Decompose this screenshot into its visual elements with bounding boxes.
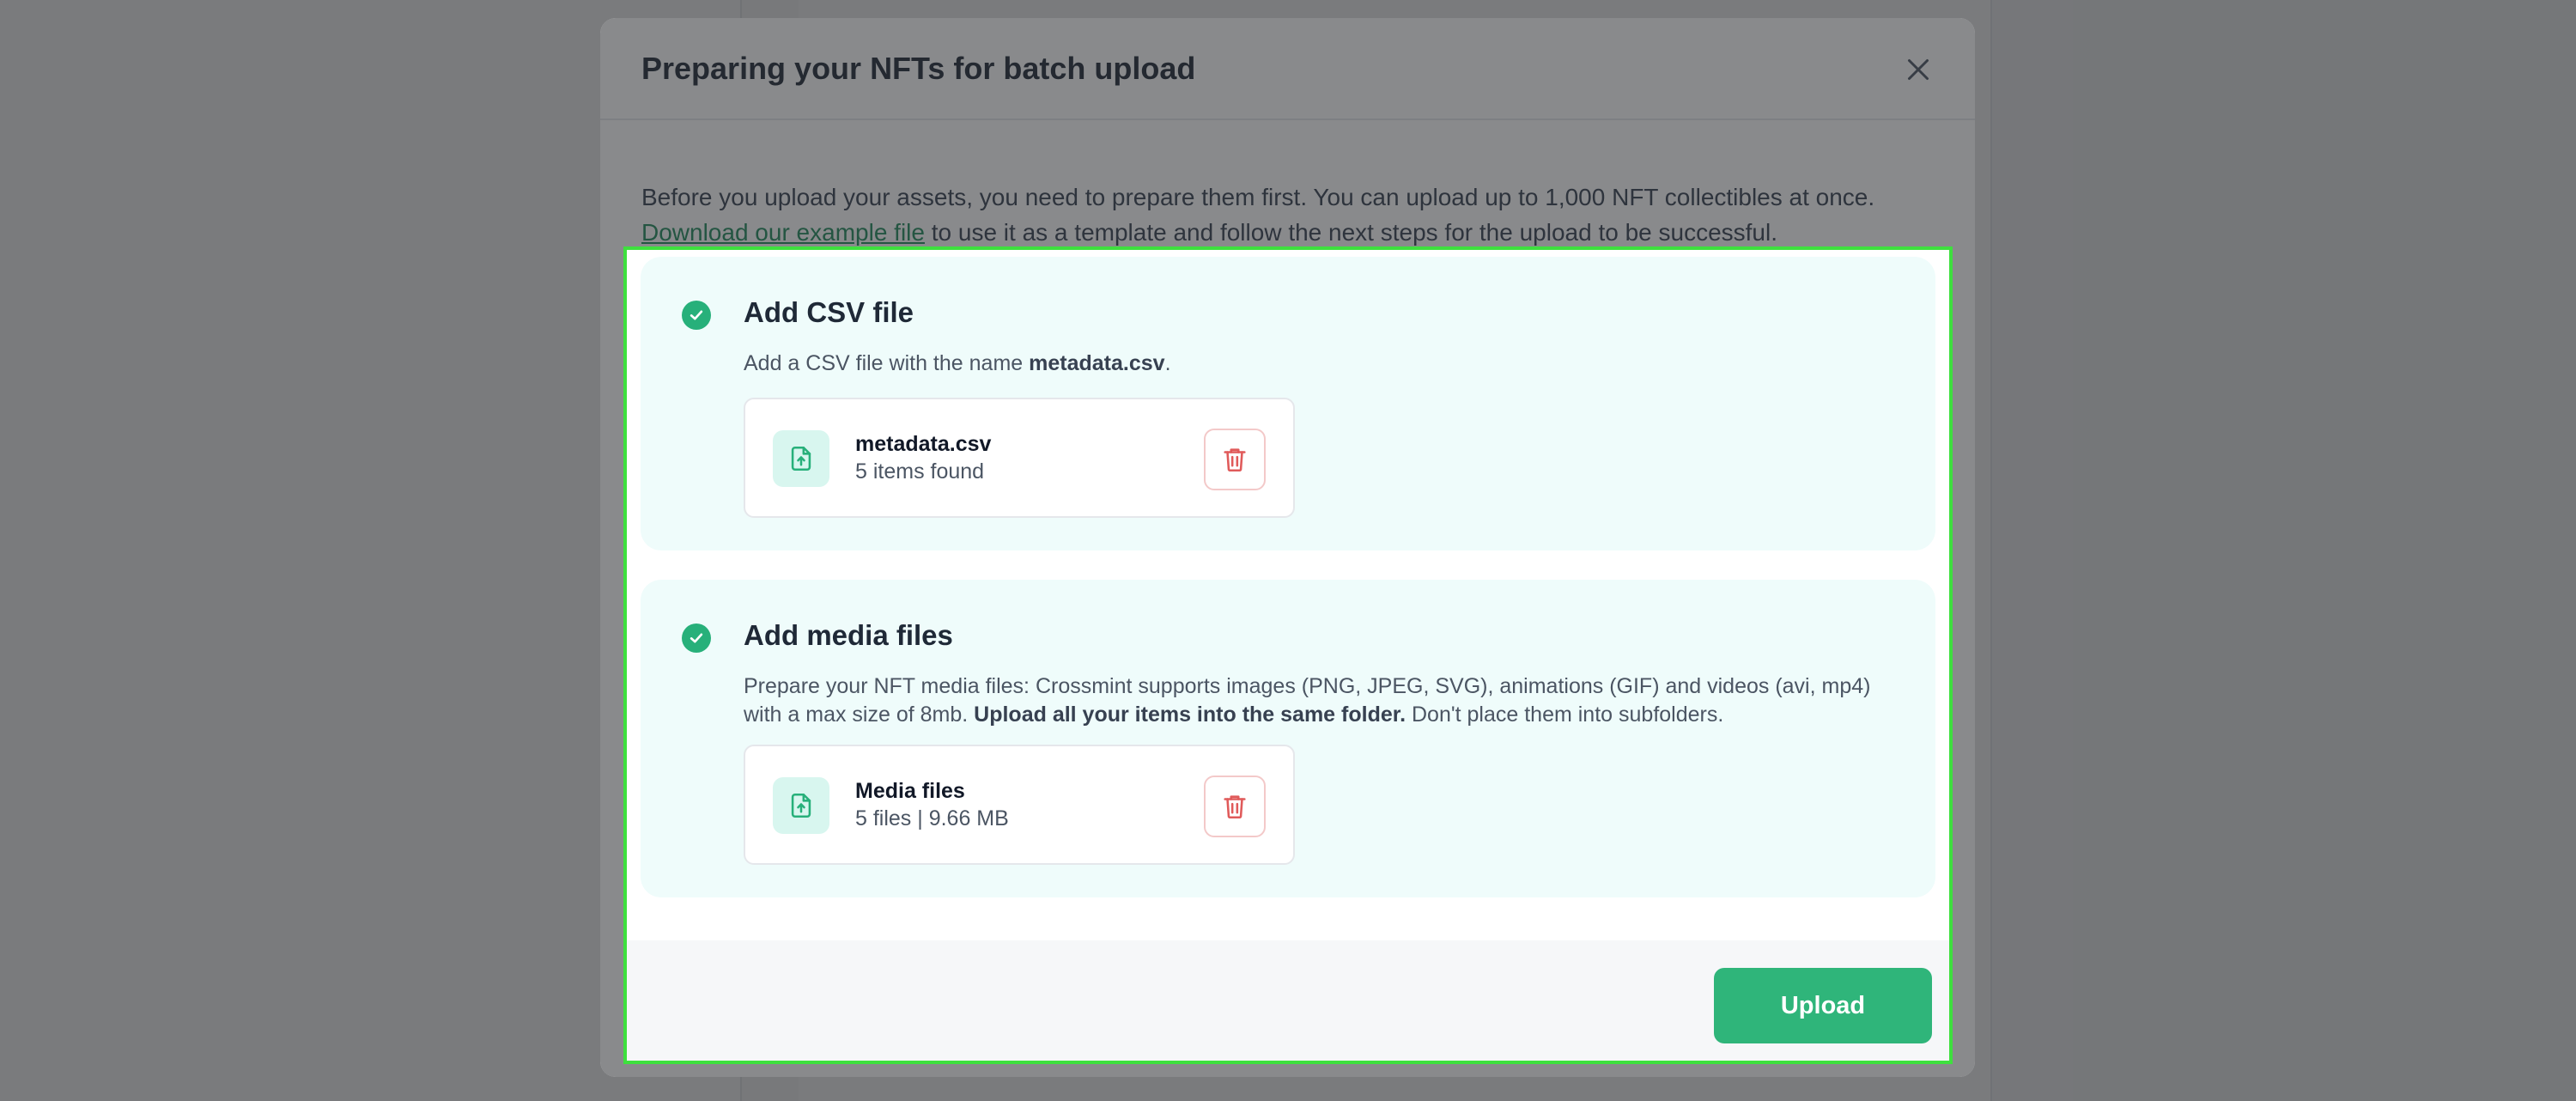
file-name: metadata.csv [855, 432, 992, 456]
media-file-card: Media files 5 files | 9.66 MB [744, 745, 1295, 865]
intro-text-end: to use it as a template and follow the n… [924, 219, 1777, 246]
steps-content: Add CSV file Add a CSV file with the nam… [623, 246, 1953, 1064]
step-description-bold: Upload all your items into the same fold… [974, 703, 1406, 727]
modal-footer: Upload [623, 940, 1953, 1064]
close-button[interactable] [1903, 54, 1934, 85]
step-description-text: Add a CSV file with the name [744, 351, 1030, 375]
check-circle-icon [682, 623, 711, 653]
file-meta: 5 files | 9.66 MB [855, 806, 1009, 830]
intro-text: Before you upload your assets, you need … [641, 179, 1938, 250]
step-description-bold: metadata.csv [1029, 351, 1165, 375]
file-name: Media files [855, 779, 965, 803]
trash-icon [1224, 448, 1246, 472]
step-add-media: Add media files Prepare your NFT media f… [641, 580, 1935, 897]
close-icon [1908, 59, 1929, 80]
step-description-text-end: Don't place them into subfolders. [1406, 703, 1724, 727]
step-add-csv: Add CSV file Add a CSV file with the nam… [641, 257, 1935, 550]
delete-csv-button[interactable] [1204, 429, 1266, 490]
file-meta: 5 items found [855, 459, 985, 484]
download-example-link[interactable]: Download our example file [641, 219, 925, 246]
upload-button[interactable]: Upload [1714, 968, 1932, 1043]
check-circle-icon [682, 301, 711, 330]
trash-icon [1224, 795, 1246, 819]
modal-header: Preparing your NFTs for batch upload [600, 18, 1975, 120]
step-title: Add CSV file [744, 296, 914, 328]
intro-text-start: Before you upload your assets, you need … [641, 184, 1875, 210]
step-title: Add media files [744, 619, 953, 651]
file-upload-icon [773, 430, 829, 487]
file-upload-icon [773, 777, 829, 834]
step-description: Add a CSV file with the name metadata.cs… [744, 350, 1894, 378]
csv-file-card: metadata.csv 5 items found [744, 398, 1295, 518]
modal-title: Preparing your NFTs for batch upload [641, 50, 1196, 86]
step-description: Prepare your NFT media files: Crossmint … [744, 672, 1894, 729]
delete-media-button[interactable] [1204, 776, 1266, 837]
step-description-text-end: . [1164, 351, 1171, 375]
